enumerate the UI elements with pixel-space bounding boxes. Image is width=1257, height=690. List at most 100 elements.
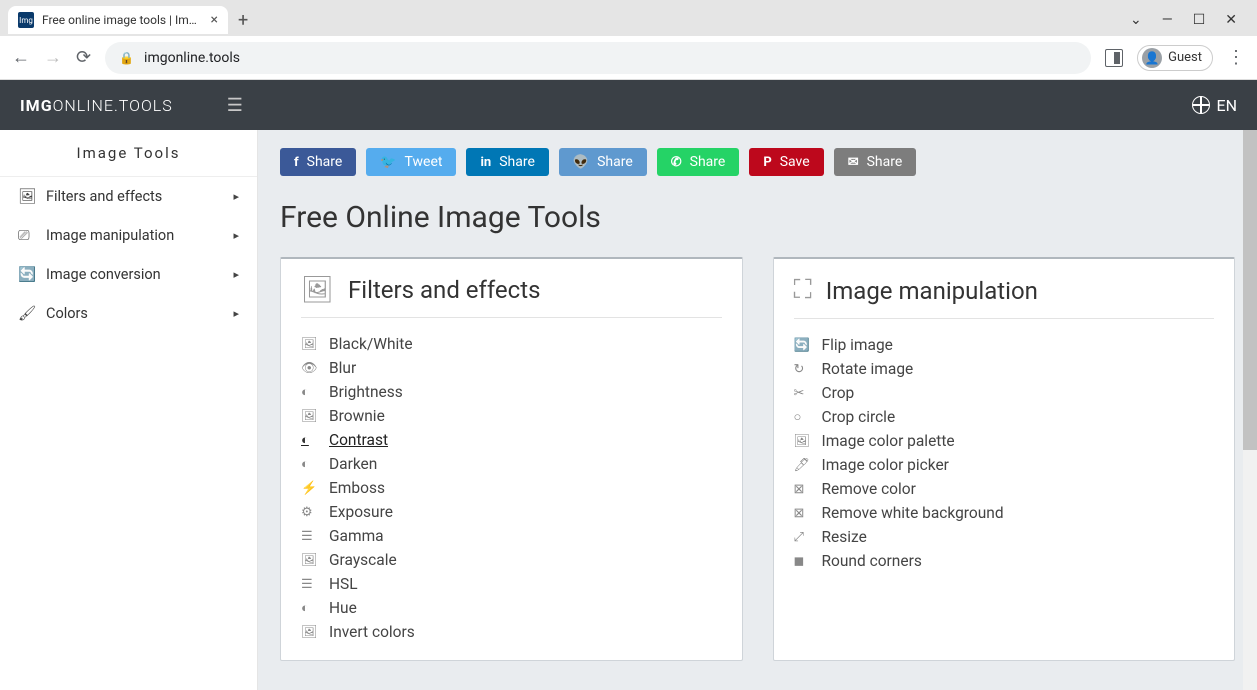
browser-tab[interactable]: Img Free online image tools | ImgOnl ×: [8, 6, 228, 34]
tool-link[interactable]: 🖼Grayscale: [301, 548, 722, 572]
tool-icon: ⚡: [301, 481, 319, 496]
sidebar-item-label: Image conversion: [46, 266, 161, 283]
tool-icon: 🖼: [301, 409, 319, 424]
sidebar-item-label: Filters and effects: [46, 188, 162, 205]
chevron-right-icon: ▸: [233, 307, 239, 320]
tool-link[interactable]: ⤢Resize: [794, 525, 1215, 549]
sidebar: Image Tools 🖼 Filters and effects ▸ ⎚ Im…: [0, 130, 258, 690]
sidebar-item-filters[interactable]: 🖼 Filters and effects ▸: [0, 177, 257, 216]
site-header: IMGONLINE.TOOLS ☰ EN: [0, 80, 1257, 130]
tool-icon: ⊠: [794, 482, 812, 497]
close-window-button[interactable]: ✕: [1225, 12, 1237, 28]
share-linkedin-button[interactable]: inShare: [466, 148, 548, 176]
sidebar-item-label: Colors: [46, 305, 88, 322]
url-input[interactable]: 🔒 imgonline.tools: [105, 42, 1091, 74]
reload-button[interactable]: ⟳: [76, 47, 91, 68]
tool-link[interactable]: ⚙Exposure: [301, 500, 722, 524]
sidebar-item-conversion[interactable]: 🔄 Image conversion ▸: [0, 255, 257, 294]
sidebar-item-manipulation[interactable]: ⎚ Image manipulation ▸: [0, 216, 257, 255]
cards-row: 🖼 Filters and effects 🖼Black/White👁Blur◐…: [280, 257, 1235, 661]
crop-icon: ⎚: [18, 227, 38, 244]
tool-link[interactable]: ⊠Remove white background: [794, 501, 1215, 525]
tool-icon: ☰: [301, 577, 319, 592]
tool-link[interactable]: 🖼Brownie: [301, 404, 722, 428]
share-pinterest-button[interactable]: PSave: [749, 148, 823, 176]
tool-link[interactable]: ☰Gamma: [301, 524, 722, 548]
site-logo[interactable]: IMGONLINE.TOOLS: [20, 96, 173, 115]
tool-label: Black/White: [329, 335, 413, 353]
tool-link[interactable]: ◐ Brightness: [301, 380, 722, 404]
share-twitter-button[interactable]: 🐦Tweet: [366, 148, 456, 176]
tool-label: Remove white background: [822, 504, 1004, 522]
maximize-button[interactable]: ☐: [1193, 12, 1206, 28]
tool-link[interactable]: ◐Hue: [301, 596, 722, 620]
chevron-down-icon[interactable]: ⌄: [1130, 12, 1142, 28]
tool-link[interactable]: 👁Blur: [301, 356, 722, 380]
url-text: imgonline.tools: [144, 50, 240, 66]
tool-link[interactable]: 🖼 Invert colors: [301, 620, 722, 644]
tool-link[interactable]: ✂Crop: [794, 381, 1215, 405]
tool-link[interactable]: ⊠ Remove color: [794, 477, 1215, 501]
share-whatsapp-button[interactable]: ✆Share: [657, 148, 740, 176]
tool-link[interactable]: 🖼Image color palette: [794, 429, 1215, 453]
tool-label: Crop: [822, 384, 855, 402]
sidebar-item-colors[interactable]: 🖌 Colors ▸: [0, 294, 257, 333]
tool-icon: ◐: [301, 384, 319, 400]
profile-button[interactable]: 👤 Guest: [1137, 45, 1213, 71]
tool-label: Rotate image: [822, 360, 914, 378]
page-body: Image Tools 🖼 Filters and effects ▸ ⎚ Im…: [0, 130, 1257, 690]
chevron-right-icon: ▸: [233, 190, 239, 203]
language-selector[interactable]: EN: [1192, 96, 1237, 115]
hamburger-icon[interactable]: ☰: [227, 95, 243, 116]
browser-menu-button[interactable]: ⋮: [1227, 47, 1245, 68]
tool-label: Contrast: [329, 431, 388, 449]
tool-link[interactable]: 🖼 Black/White: [301, 332, 722, 356]
share-reddit-button[interactable]: 👽Share: [559, 148, 647, 176]
manipulation-card: ⛶ Image manipulation 🔄Flip image↻Rotate …: [773, 257, 1236, 661]
tool-icon: 🖼: [301, 337, 319, 352]
linkedin-icon: in: [480, 155, 491, 170]
tool-icon: 🖼: [301, 625, 319, 640]
browser-chrome: Img Free online image tools | ImgOnl × +…: [0, 0, 1257, 80]
tool-label: Remove color: [822, 480, 916, 498]
pinterest-icon: P: [763, 155, 771, 170]
lang-label: EN: [1216, 96, 1237, 115]
lock-icon: 🔒: [119, 51, 134, 65]
tool-label: Brightness: [329, 383, 403, 401]
close-tab-icon[interactable]: ×: [211, 12, 218, 28]
tool-link[interactable]: ○Crop circle: [794, 405, 1215, 429]
tab-bar: Img Free online image tools | ImgOnl × +…: [0, 0, 1257, 36]
tool-link[interactable]: ☰HSL: [301, 572, 722, 596]
card-header: ⛶ Image manipulation: [794, 275, 1215, 319]
tool-icon: ○: [794, 409, 812, 425]
image-icon: 🖼: [301, 275, 334, 305]
favicon-icon: Img: [18, 12, 34, 28]
tool-link[interactable]: ◐Contrast: [301, 428, 722, 452]
share-email-button[interactable]: ✉Share: [834, 148, 917, 176]
share-facebook-button[interactable]: fShare: [280, 148, 356, 176]
scrollbar-thumb[interactable]: [1243, 130, 1257, 450]
filters-list: 🖼 Black/White 👁Blur ◐ Brightness 🖼Brownie◐Con…: [301, 332, 722, 644]
tool-link[interactable]: 🔄Flip image: [794, 333, 1215, 357]
new-tab-button[interactable]: +: [238, 10, 248, 31]
tool-icon: 🖊: [794, 458, 812, 473]
tool-label: Image color picker: [822, 456, 949, 474]
tool-link[interactable]: ↻Rotate image: [794, 357, 1215, 381]
tool-label: Blur: [329, 359, 356, 377]
side-panel-icon[interactable]: [1105, 49, 1123, 67]
tool-label: Image color palette: [822, 432, 955, 450]
page-title: Free Online Image Tools: [280, 200, 1235, 235]
tool-label: Invert colors: [329, 623, 415, 641]
window-controls: ⌄ ― ☐ ✕: [1130, 12, 1249, 28]
back-button[interactable]: ←: [12, 47, 30, 68]
minimize-button[interactable]: ―: [1162, 12, 1173, 28]
tool-link[interactable]: 🖊 Image color picker: [794, 453, 1215, 477]
tool-label: Grayscale: [329, 551, 397, 569]
tool-link[interactable]: ◼Round corners: [794, 549, 1215, 573]
globe-icon: [1192, 96, 1210, 114]
card-title: Filters and effects: [348, 276, 540, 304]
tool-link[interactable]: ◐Darken: [301, 452, 722, 476]
image-icon: 🖼: [18, 188, 38, 205]
vector-icon: ⛶: [794, 275, 812, 306]
tool-link[interactable]: ⚡Emboss: [301, 476, 722, 500]
